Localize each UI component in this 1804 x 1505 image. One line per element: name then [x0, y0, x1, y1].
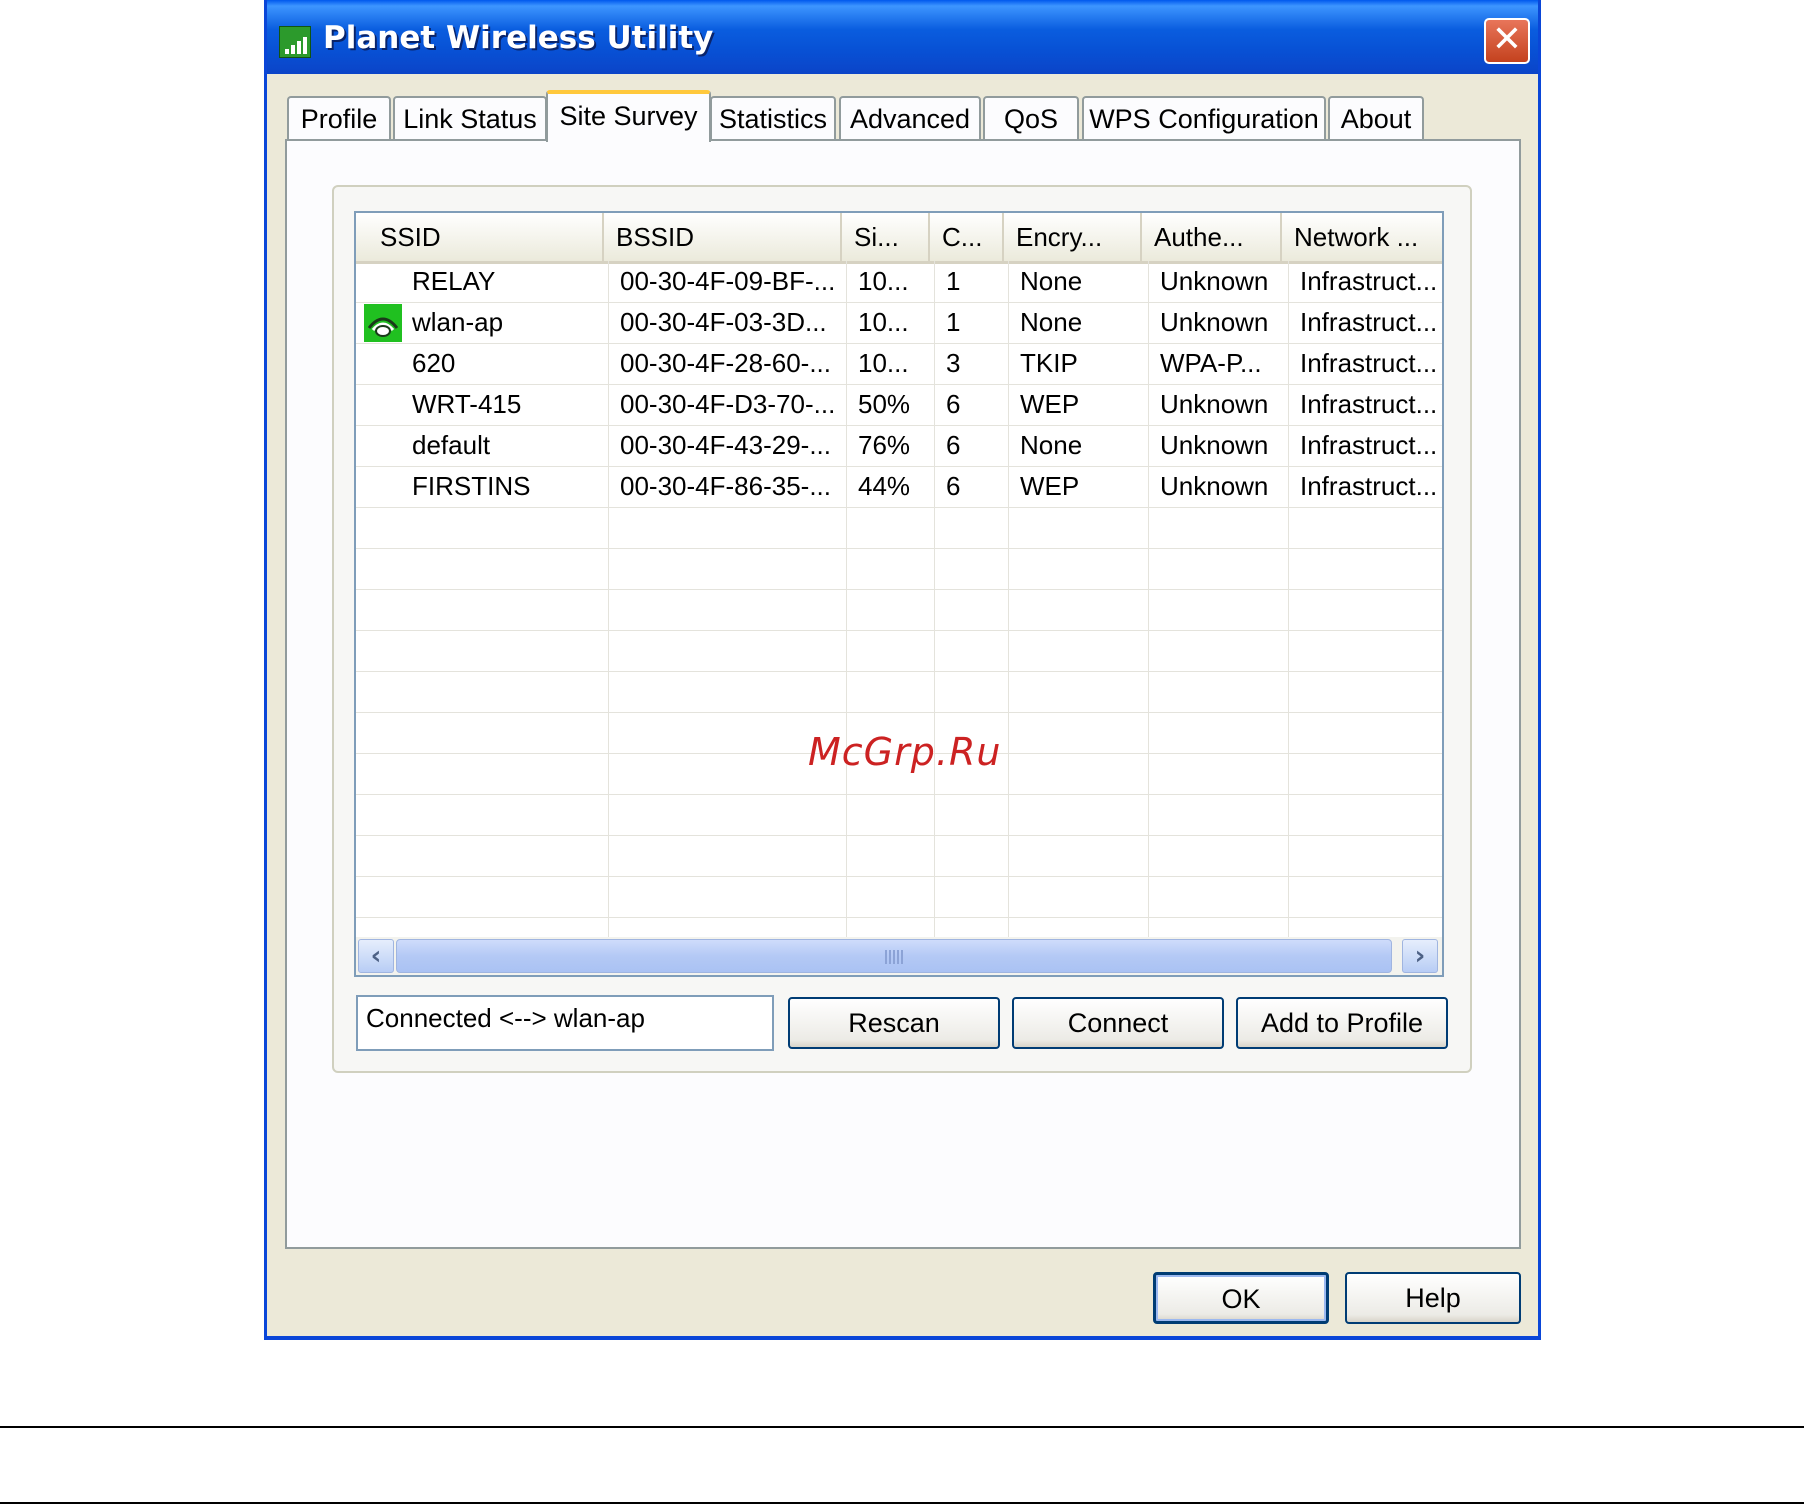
tab-profile[interactable]: Profile — [287, 96, 391, 140]
app-window: Planet Wireless Utility ✕ Profile Link S… — [264, 0, 1541, 1340]
cell-signal: 10... — [858, 307, 909, 337]
tab-about[interactable]: About — [1328, 96, 1424, 140]
chevron-right-icon[interactable]: › — [1402, 939, 1438, 973]
table-row[interactable]: WRT-415 00-30-4F-D3-70-... 50% 6 WEP Unknown I… — [356, 384, 1442, 426]
cell-signal: 50% — [858, 389, 911, 419]
cell-auth: Unknown — [1160, 389, 1269, 419]
cell-bssid: 00-30-4F-D3-70-... — [620, 389, 836, 419]
add-to-profile-button[interactable]: Add to Profile — [1236, 997, 1448, 1049]
cell-encryption: WEP — [1020, 471, 1080, 501]
divider — [0, 1426, 1804, 1428]
cell-network: Infrastruct... — [1300, 307, 1438, 337]
cell-channel: 6 — [946, 389, 961, 419]
empty-row — [356, 589, 1442, 631]
table-row[interactable]: wlan-ap 00-30-4F-03-3D... 10... 1 None Unknow… — [356, 302, 1442, 344]
cell-auth: WPA-P... — [1160, 348, 1262, 378]
cell-network: Infrastruct... — [1300, 348, 1438, 378]
help-button[interactable]: Help — [1345, 1272, 1521, 1324]
table-row[interactable]: 620 00-30-4F-28-60-... 10... 3 TKIP WPA-P... I… — [356, 343, 1442, 385]
tab-statistics[interactable]: Statistics — [710, 96, 836, 140]
cell-network: Infrastruct... — [1300, 430, 1438, 460]
signal-bars-icon — [279, 26, 311, 58]
cell-network: Infrastruct... — [1300, 389, 1438, 419]
site-survey-group: SSID BSSID Si... C... Encry... Authe... … — [332, 185, 1472, 1073]
divider — [0, 1502, 1804, 1504]
empty-row — [356, 507, 1442, 549]
table-row[interactable]: RELAY 00-30-4F-09-BF-... 10... 1 None Unknown… — [356, 261, 1442, 303]
cell-network: Infrastruct... — [1300, 471, 1438, 501]
cell-channel: 1 — [946, 307, 961, 337]
cell-encryption: None — [1020, 266, 1083, 296]
cell-ssid: FIRSTINS — [412, 471, 531, 501]
tab-link-status[interactable]: Link Status — [393, 96, 547, 140]
cell-ssid: WRT-415 — [412, 389, 522, 419]
cell-bssid: 00-30-4F-86-35-... — [620, 471, 831, 501]
cell-signal: 76% — [858, 430, 911, 460]
cell-encryption: TKIP — [1020, 348, 1078, 378]
empty-row — [356, 794, 1442, 836]
cell-auth: Unknown — [1160, 430, 1269, 460]
cell-channel: 3 — [946, 348, 961, 378]
grip-icon — [885, 950, 903, 964]
empty-row — [356, 835, 1442, 877]
cell-encryption: WEP — [1020, 389, 1080, 419]
cell-channel: 6 — [946, 471, 961, 501]
ok-button[interactable]: OK — [1153, 1272, 1329, 1324]
empty-row — [356, 548, 1442, 590]
tab-qos[interactable]: QoS — [983, 96, 1079, 140]
empty-row — [356, 630, 1442, 672]
connection-status: Connected <--> wlan-ap — [356, 995, 774, 1051]
cell-ssid: RELAY — [412, 266, 496, 296]
cell-signal: 10... — [858, 348, 909, 378]
cell-bssid: 00-30-4F-09-BF-... — [620, 266, 836, 296]
tab-site-survey[interactable]: Site Survey — [546, 90, 711, 142]
table-row[interactable]: FIRSTINS 00-30-4F-86-35-... 44% 6 WEP Unknown… — [356, 466, 1442, 508]
network-list[interactable]: SSID BSSID Si... C... Encry... Authe... … — [354, 211, 1444, 977]
list-header: SSID BSSID Si... C... Encry... Authe... … — [356, 213, 1442, 264]
scrollbar-thumb[interactable] — [396, 939, 1392, 973]
connect-button[interactable]: Connect — [1012, 997, 1224, 1049]
cell-signal: 10... — [858, 266, 909, 296]
cell-ssid: wlan-ap — [412, 307, 504, 337]
chevron-left-icon[interactable]: ‹ — [358, 939, 394, 973]
cell-encryption: None — [1020, 430, 1083, 460]
cell-auth: Unknown — [1160, 471, 1269, 501]
window-title: Planet Wireless Utility — [323, 20, 714, 56]
column-authentication[interactable]: Authe... — [1142, 213, 1282, 261]
column-network-type[interactable]: Network ... — [1282, 213, 1442, 261]
empty-row — [356, 876, 1442, 918]
table-row[interactable]: default 00-30-4F-43-29-... 76% 6 None Unknown… — [356, 425, 1442, 467]
tab-advanced[interactable]: Advanced — [839, 96, 981, 140]
close-icon[interactable]: ✕ — [1484, 18, 1530, 64]
column-bssid[interactable]: BSSID — [604, 213, 842, 261]
cell-bssid: 00-30-4F-28-60-... — [620, 348, 831, 378]
cell-signal: 44% — [858, 471, 911, 501]
column-encryption[interactable]: Encry... — [1004, 213, 1142, 261]
cell-encryption: None — [1020, 307, 1083, 337]
tab-wps-configuration[interactable]: WPS Configuration — [1082, 96, 1326, 140]
cell-auth: Unknown — [1160, 266, 1269, 296]
cell-auth: Unknown — [1160, 307, 1269, 337]
cell-bssid: 00-30-4F-03-3D... — [620, 307, 827, 337]
horizontal-scrollbar[interactable]: ‹ › — [356, 937, 1442, 975]
cell-bssid: 00-30-4F-43-29-... — [620, 430, 831, 460]
site-survey-panel: SSID BSSID Si... C... Encry... Authe... … — [285, 139, 1521, 1249]
column-signal[interactable]: Si... — [842, 213, 930, 261]
cell-ssid: default — [412, 430, 491, 460]
cell-ssid: 620 — [412, 348, 456, 378]
column-channel[interactable]: C... — [930, 213, 1004, 261]
rescan-button[interactable]: Rescan — [788, 997, 1000, 1049]
column-ssid[interactable]: SSID — [356, 213, 604, 261]
watermark-text: McGrp.Ru — [808, 730, 1002, 774]
cell-channel: 6 — [946, 430, 961, 460]
cell-network: Infrastruct... — [1300, 266, 1438, 296]
title-bar[interactable]: Planet Wireless Utility ✕ — [267, 0, 1538, 74]
empty-row — [356, 671, 1442, 713]
cell-channel: 1 — [946, 266, 961, 296]
